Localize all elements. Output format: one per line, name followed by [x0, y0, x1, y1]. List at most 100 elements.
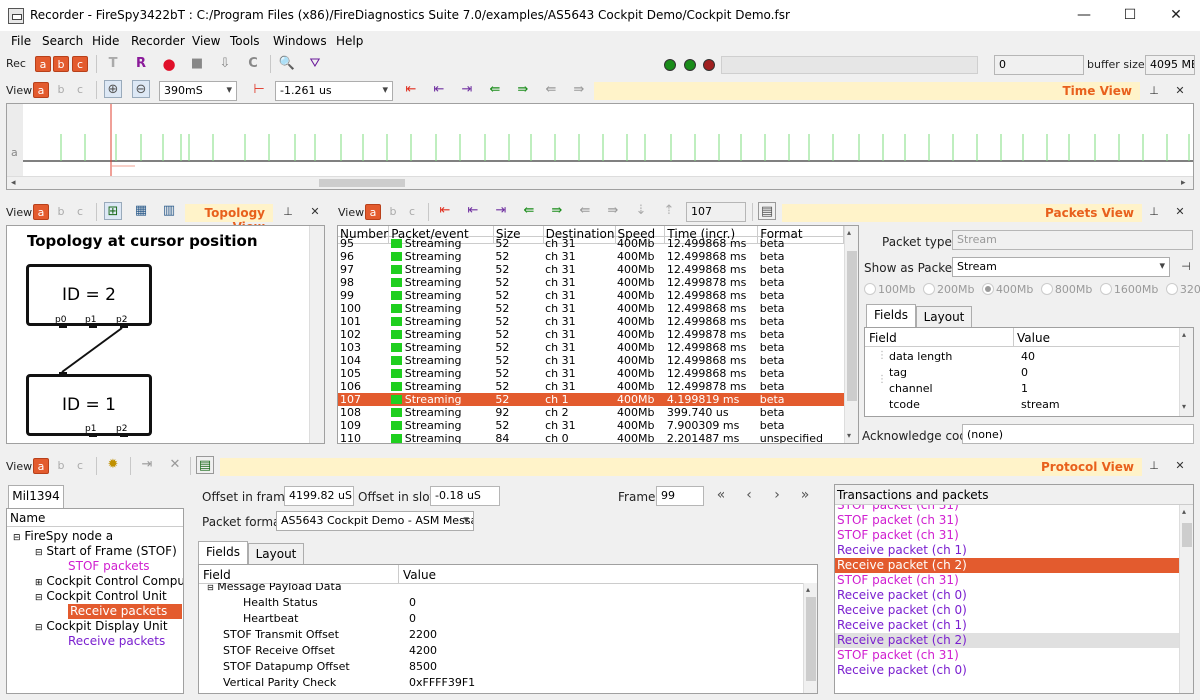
packet-row[interactable]: 97 Streaming 52 ch 31 400Mb 12.499868 ms beta	[338, 263, 844, 276]
frame-field[interactable]: 99	[656, 486, 704, 506]
timeline-graph[interactable]	[23, 104, 1193, 176]
tree-node-receive-packets-2[interactable]: Receive packets	[68, 634, 165, 649]
first-frame-icon[interactable]: «	[712, 486, 730, 504]
scroll-up-icon[interactable]: ▴	[1182, 330, 1186, 339]
next-event-icon[interactable]: ⇛	[570, 81, 588, 99]
packets-scrollbar[interactable]: ▴ ▾	[844, 226, 858, 443]
tree-node-stof-packets[interactable]: STOF packets	[68, 559, 150, 574]
packet-row[interactable]: 105 Streaming 52 ch 31 400Mb 12.499868 ms beta	[338, 367, 844, 380]
zoom-in-icon[interactable]: ⊕	[104, 80, 122, 98]
packet-row[interactable]: 107 Streaming 52 ch 1 400Mb 4.199819 ms beta	[338, 392, 844, 406]
pin-icon[interactable]: ⊥	[281, 205, 295, 219]
scroll-down-icon[interactable]: ▾	[1182, 402, 1186, 411]
pin-icon[interactable]: ⊥	[1147, 459, 1161, 473]
tab-fields[interactable]: Fields	[866, 304, 916, 327]
packet-row[interactable]: 100 Streaming 52 ch 31 400Mb 12.499868 ms beta	[338, 302, 844, 315]
speed-option-200[interactable]: 200Mb	[922, 283, 974, 296]
packet-row[interactable]: 101 Streaming 52 ch 31 400Mb 12.499868 ms beta	[338, 315, 844, 328]
speed-option-3200[interactable]: 3200Mb	[1165, 283, 1200, 296]
scroll-up-icon[interactable]: ▴	[806, 585, 810, 594]
tree-node-receive-packets[interactable]: Receive packets	[68, 604, 182, 619]
prev-event-icon[interactable]: ⇚	[542, 81, 560, 99]
packet-row[interactable]: 109 Streaming 52 ch 31 400Mb 7.900309 ms beta	[338, 419, 844, 432]
close-view-icon[interactable]: ✕	[1173, 205, 1187, 219]
field-message-payload[interactable]: ⊟ Message Payload Data	[207, 583, 342, 593]
menu-windows[interactable]: Windows	[273, 34, 327, 48]
rec-b-button[interactable]: b	[53, 56, 69, 72]
transaction-item[interactable]: STOF packet (ch 31)	[835, 528, 1179, 543]
packet-row[interactable]: 106 Streaming 52 ch 31 400Mb 12.499878 ms beta	[338, 380, 844, 393]
next-packet-icon[interactable]: ⇛	[514, 81, 532, 99]
transaction-item[interactable]: Receive packet (ch 2)	[835, 633, 1179, 648]
settings-gear-icon[interactable]: ✹	[104, 456, 122, 474]
search-icon[interactable]: 🔍	[278, 55, 296, 73]
pin-icon[interactable]: ⊥	[1147, 84, 1161, 98]
next-packet-icon[interactable]: ⇛	[548, 202, 566, 220]
offset-select[interactable]: -1.261 us	[275, 81, 393, 101]
tree-node-stof[interactable]: ⊟ Start of Frame (STOF)	[35, 544, 177, 559]
goto-trigger-icon[interactable]: ⇤	[402, 81, 420, 99]
scroll-thumb[interactable]	[847, 251, 857, 401]
prev-event-icon[interactable]: ⇚	[576, 202, 594, 220]
minimize-button[interactable]: —	[1061, 0, 1107, 31]
menu-tools[interactable]: Tools	[230, 34, 260, 48]
tree-node-display-unit[interactable]: ⊟ Cockpit Display Unit	[35, 619, 168, 634]
packet-row[interactable]: 108 Streaming 92 ch 2 400Mb 399.740 us beta	[338, 406, 844, 419]
menu-view[interactable]: View	[192, 34, 220, 48]
view-b-button[interactable]: b	[53, 458, 69, 474]
details-icon[interactable]: ▤	[758, 202, 776, 220]
menu-recorder[interactable]: Recorder	[131, 34, 185, 48]
rec-c-button[interactable]: c	[72, 56, 88, 72]
packet-row[interactable]: 110 Streaming 84 ch 0 400Mb 2.201487 ms unspec…	[338, 432, 844, 444]
fields-scrollbar[interactable]: ▴ ▾	[1179, 328, 1193, 416]
details-icon[interactable]: ▤	[196, 456, 214, 474]
up-icon[interactable]: ⇡	[660, 202, 678, 220]
goto-cursor-a-icon[interactable]: ⇤	[464, 202, 482, 220]
goto-cursor-a-icon[interactable]: ⇤	[430, 81, 448, 99]
view-b-button[interactable]: b	[53, 82, 69, 98]
transaction-item[interactable]: STOF packet (ch 31)	[835, 513, 1179, 528]
goto-trigger-icon[interactable]: ⇤	[436, 202, 454, 220]
layout-icon[interactable]: ▥	[160, 202, 178, 220]
packet-row[interactable]: 95 Streaming 52 ch 31 400Mb 12.499868 ms beta	[338, 236, 844, 250]
speed-option-100[interactable]: 100Mb	[864, 283, 915, 296]
view-a-button[interactable]: a	[33, 458, 49, 474]
add-node-icon[interactable]: ⊞	[104, 202, 122, 220]
next-event-icon[interactable]: ⇛	[604, 202, 622, 220]
view-b-button[interactable]: b	[53, 204, 69, 220]
transaction-item[interactable]: Receive packet (ch 1)	[835, 618, 1179, 633]
topology-scrollbar[interactable]	[309, 226, 324, 443]
pin-detail-icon[interactable]: ⊣	[1179, 260, 1193, 274]
view-a-button[interactable]: a	[365, 204, 381, 220]
time-scrollbar[interactable]: ◂ ▸	[7, 176, 1193, 189]
tab-mil1394[interactable]: Mil1394	[8, 485, 64, 508]
scroll-thumb[interactable]	[319, 179, 405, 187]
view-c-button[interactable]: c	[72, 458, 88, 474]
rec-a-button[interactable]: a	[35, 56, 51, 72]
down-icon[interactable]: ⇣	[632, 202, 650, 220]
packet-row[interactable]: 103 Streaming 52 ch 31 400Mb 12.499868 ms beta	[338, 341, 844, 354]
packet-row[interactable]: 102 Streaming 52 ch 31 400Mb 12.499878 ms beta	[338, 328, 844, 341]
tab-layout[interactable]: Layout	[916, 306, 972, 327]
time-view-panel[interactable]: a ◂ ▸	[6, 103, 1194, 190]
scroll-down-icon[interactable]: ▾	[847, 431, 851, 440]
speed-option-800[interactable]: 800Mb	[1040, 283, 1092, 296]
cursor-offset-icon[interactable]: ⊢	[250, 81, 268, 99]
menu-file[interactable]: File	[11, 34, 31, 48]
view-c-button[interactable]: c	[72, 204, 88, 220]
view-a-button[interactable]: a	[33, 204, 49, 220]
collapse-icon[interactable]: ✕	[166, 456, 184, 474]
transaction-item[interactable]: STOF packet (ch 31)	[835, 505, 1179, 513]
tree-node-firespy[interactable]: ⊟ FireSpy node a	[13, 529, 113, 544]
tab-fields[interactable]: Fields	[198, 541, 248, 564]
packet-row[interactable]: 99 Streaming 52 ch 31 400Mb 12.499868 ms beta	[338, 289, 844, 302]
protocol-fields-scrollbar[interactable]: ▴	[803, 583, 817, 693]
record-icon[interactable]: ●	[160, 55, 178, 73]
speed-option-1600[interactable]: 1600Mb	[1099, 283, 1158, 296]
tree-node-control-unit[interactable]: ⊟ Cockpit Control Unit	[35, 589, 167, 604]
menu-search[interactable]: Search	[42, 34, 83, 48]
goto-cursor-b-icon[interactable]: ⇥	[492, 202, 510, 220]
trigger-t-icon[interactable]: T	[104, 55, 122, 73]
scroll-up-icon[interactable]: ▴	[1182, 507, 1186, 516]
zoom-select[interactable]: 390mS	[159, 81, 237, 101]
